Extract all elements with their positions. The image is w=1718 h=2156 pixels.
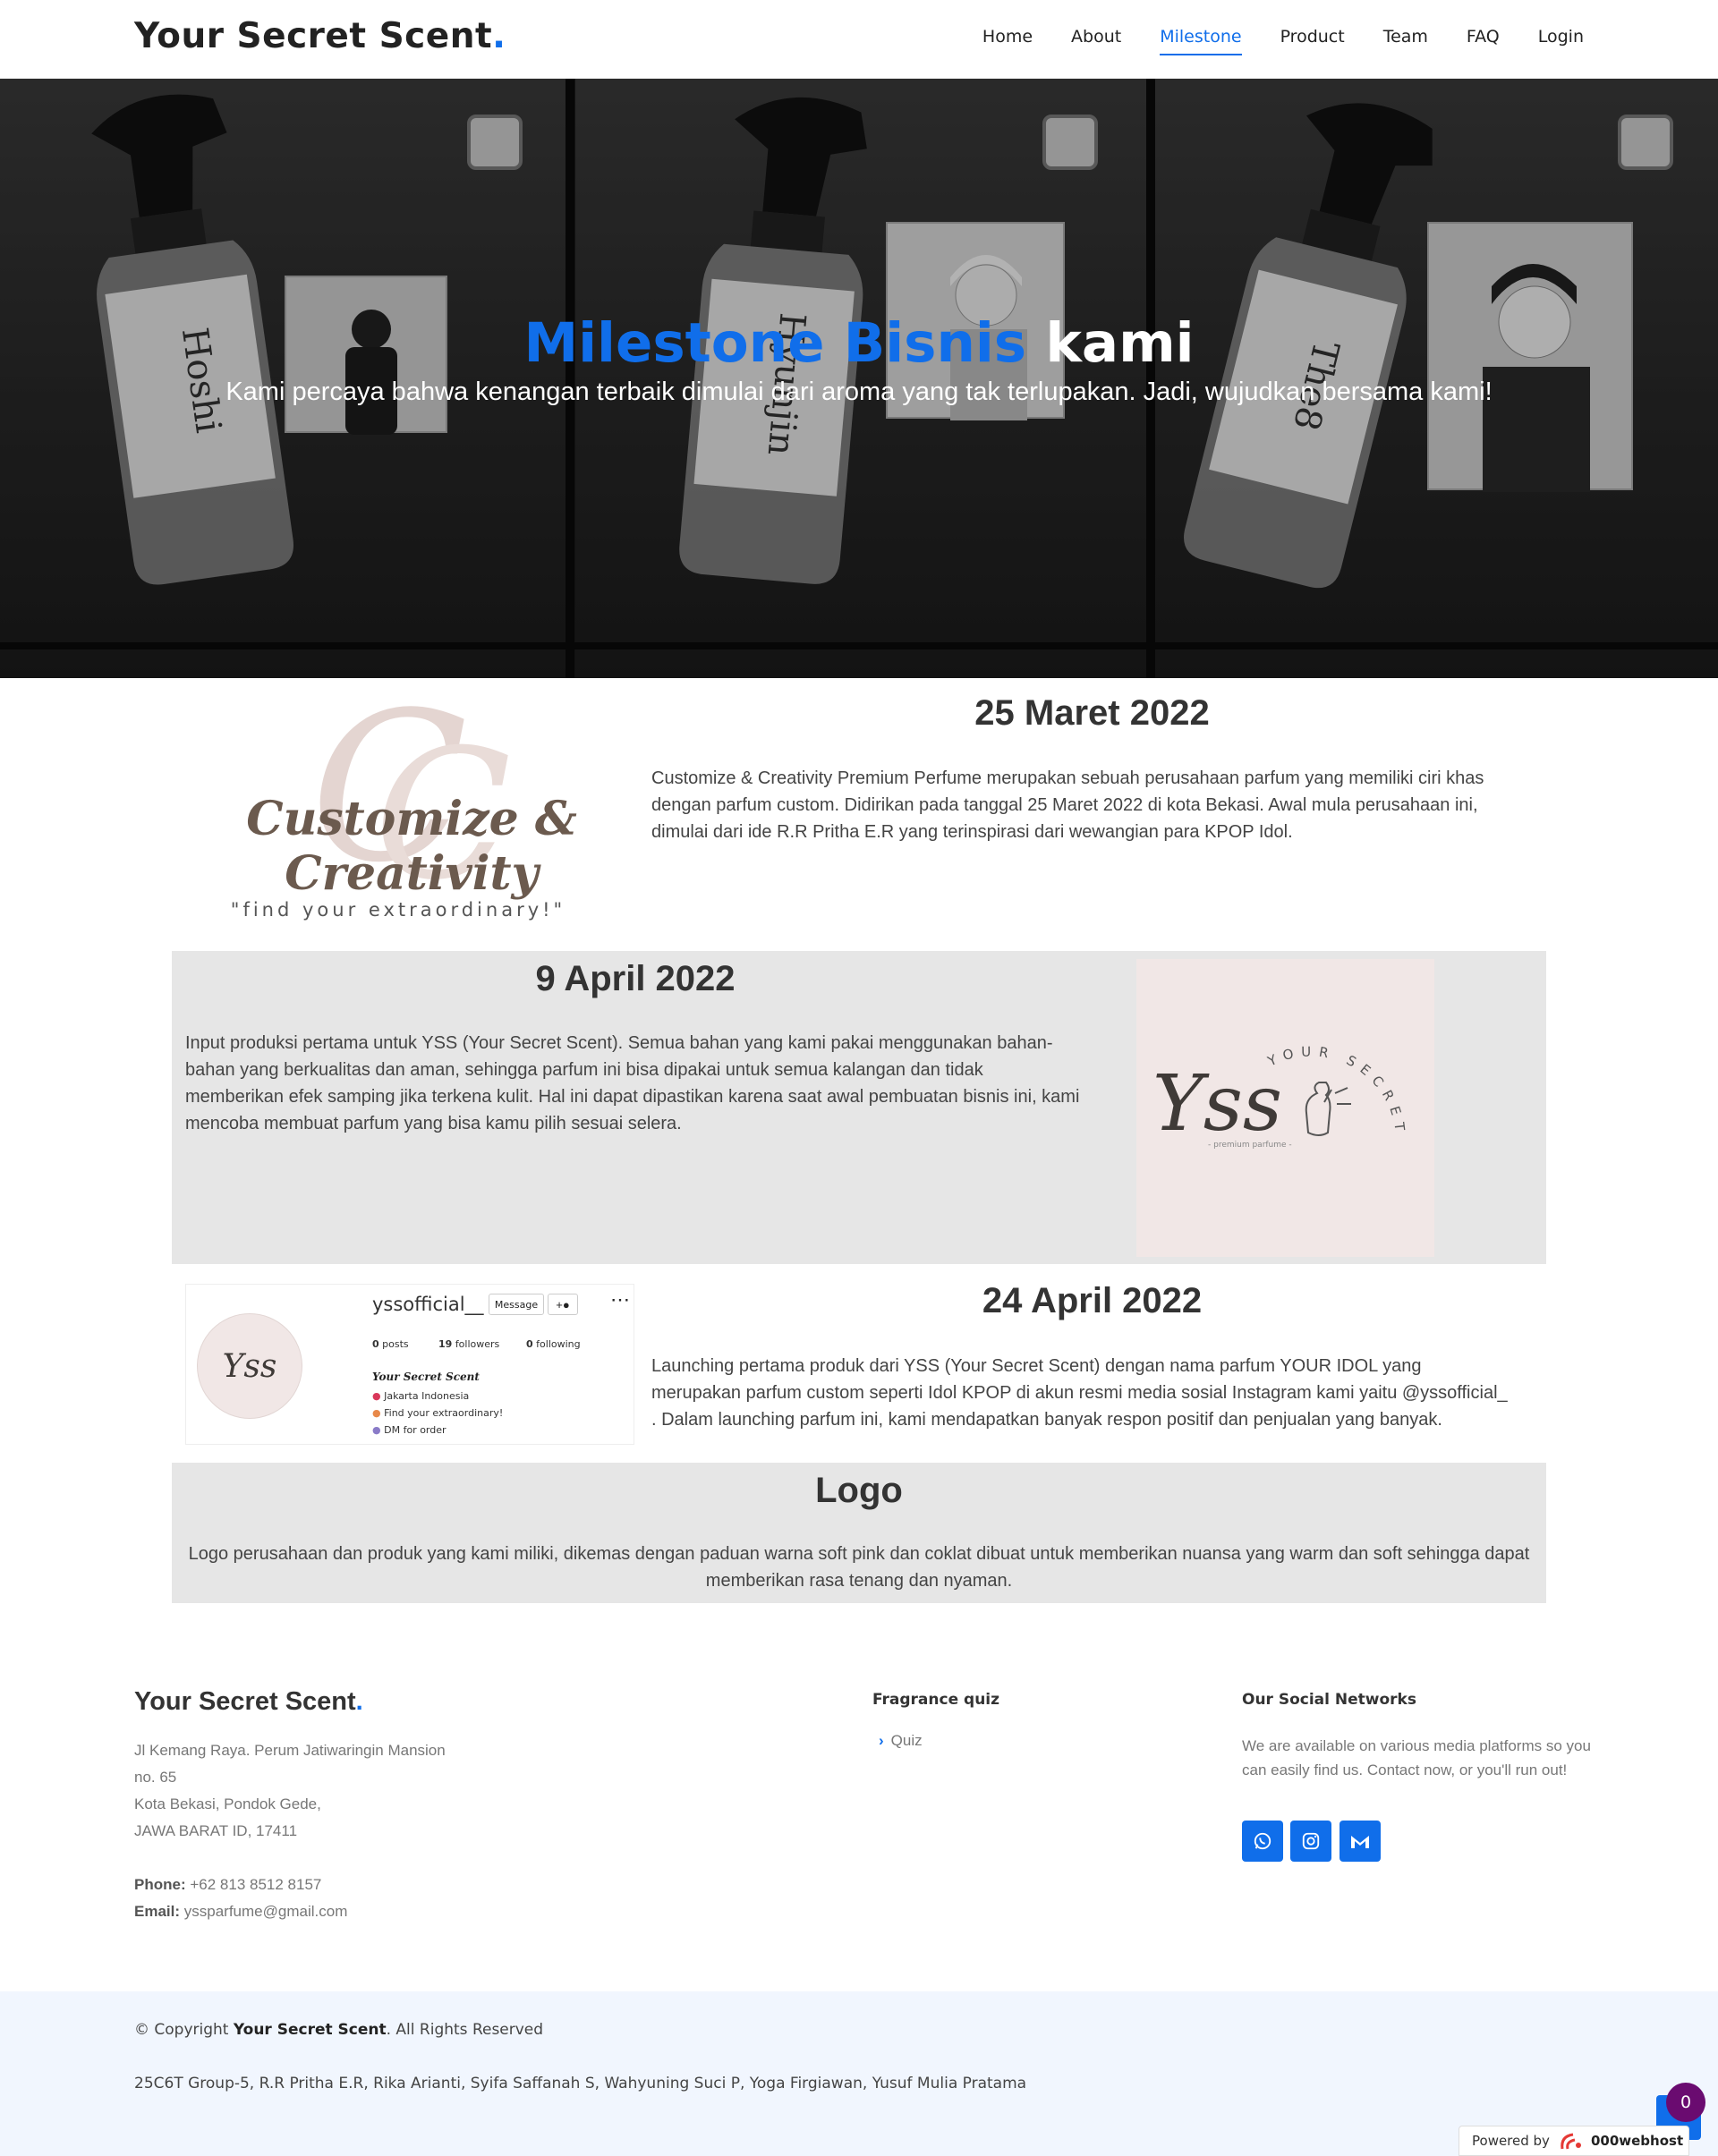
- hero-title: Milestone Bisnis kami: [523, 311, 1195, 375]
- logo-text: Logo perusahaan dan produk yang kami mil…: [188, 1544, 1530, 1591]
- nav-team[interactable]: Team: [1383, 27, 1428, 55]
- credits-text: 25C6T Group-5, R.R Pritha E.R, Rika Aria…: [134, 2075, 1027, 2092]
- copyright-text: © Copyright Your Secret Scent. All Right…: [134, 2021, 544, 2039]
- main-nav: Home About Milestone Product Team FAQ Lo…: [944, 27, 1584, 55]
- powered-by-badge[interactable]: Powered by 000webhost: [1459, 2126, 1689, 2156]
- gmail-icon[interactable]: [1340, 1821, 1381, 1862]
- whatsapp-icon[interactable]: [1242, 1821, 1283, 1862]
- milestone-text: Launching pertama produk dari YSS (Your …: [651, 1356, 1508, 1430]
- nav-about[interactable]: About: [1071, 27, 1121, 55]
- email-link[interactable]: yssparfume@gmail.com: [184, 1903, 348, 1920]
- milestone-date: 24 April 2022: [982, 1281, 1203, 1320]
- quiz-link[interactable]: › Quiz: [879, 1732, 923, 1750]
- nav-login[interactable]: Login: [1538, 27, 1584, 55]
- instagram-profile-screenshot: Yss yssofficial__ Message +● ⋯ 0 posts 1…: [185, 1284, 634, 1445]
- hero-subtitle: Kami percaya bahwa kenangan terbaik dimu…: [225, 378, 1493, 406]
- avatar: Yss: [197, 1313, 302, 1419]
- nav-product[interactable]: Product: [1280, 27, 1345, 55]
- hero-banner: Hoshi Hyunjin The8 Milestone Bisnis kami…: [0, 79, 1718, 678]
- milestone-date: 25 Maret 2022: [974, 693, 1210, 733]
- more-icon: ⋯: [610, 1288, 630, 1311]
- webhost-logo-icon: [1559, 2131, 1586, 2151]
- logo-title: Logo: [815, 1471, 903, 1510]
- nav-home[interactable]: Home: [982, 27, 1033, 55]
- social-heading: Our Social Networks: [1242, 1691, 1416, 1709]
- milestone-text: Customize & Creativity Premium Perfume m…: [651, 768, 1484, 842]
- chevron-right-icon: ›: [879, 1732, 884, 1749]
- phone-number[interactable]: +62 813 8512 8157: [190, 1876, 321, 1893]
- milestone-date: 9 April 2022: [535, 959, 736, 998]
- yss-logo: YOUR SECRET SCENT Yss - premium parfume …: [1127, 946, 1434, 1257]
- milestone-text: Input produksi pertama untuk YSS (Your S…: [185, 1033, 1080, 1133]
- footer-brand: Your Secret Scent.: [134, 1687, 363, 1716]
- site-header: Your Secret Scent. Home About Milestone …: [0, 0, 1718, 79]
- nav-faq[interactable]: FAQ: [1467, 27, 1500, 55]
- quiz-heading: Fragrance quiz: [872, 1691, 1000, 1709]
- notification-badge[interactable]: 0: [1666, 2083, 1705, 2122]
- customize-creativity-logo: C C Customize & Creativity "find your ex…: [183, 669, 631, 926]
- nav-milestone[interactable]: Milestone: [1160, 27, 1242, 55]
- social-description: We are available on various media platfo…: [1242, 1737, 1591, 1778]
- brand-logo[interactable]: Your Secret Scent.: [134, 16, 506, 56]
- footer-address: Jl Kemang Raya. Perum Jatiwaringin Mansi…: [134, 1742, 446, 1920]
- add-user-icon: +●: [548, 1294, 578, 1315]
- instagram-icon[interactable]: [1290, 1821, 1331, 1862]
